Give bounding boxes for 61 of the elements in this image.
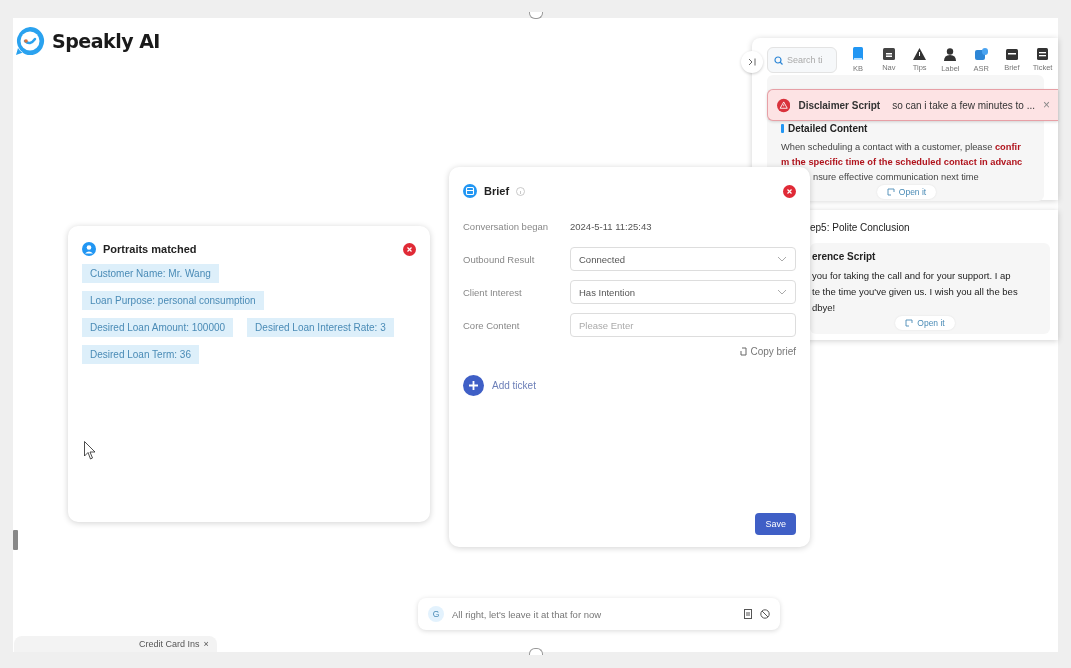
- alert-title: Disclaimer Script: [798, 99, 881, 111]
- script-text-line: m the specific time of the scheduled contact in advanc: [781, 156, 1024, 169]
- field-value: 2024-5-11 11:25:43: [570, 220, 652, 232]
- field-label: Outbound Result: [463, 253, 536, 265]
- scroll-handle[interactable]: [13, 530, 18, 550]
- block-icon[interactable]: [760, 609, 770, 619]
- collapse-icon: [747, 58, 757, 66]
- profile-tag: Customer Name: Mr. Wang: [82, 264, 219, 283]
- card-heading: erence Script: [812, 251, 876, 262]
- document-icon: [463, 184, 477, 198]
- card-heading: Detailed Content: [788, 123, 868, 134]
- dropdown[interactable]: Has Intention: [570, 280, 796, 304]
- alert-message: so can i take a few minutes to ...: [892, 99, 1035, 111]
- drag-handle[interactable]: [529, 648, 543, 655]
- person-icon: [944, 47, 957, 61]
- copy-link[interactable]: Copy brief: [740, 346, 796, 357]
- tab[interactable]: Credit Card Ins ×: [14, 636, 217, 652]
- close-icon[interactable]: ×: [203, 639, 209, 649]
- step-title: ep5: Polite Conclusion: [810, 222, 911, 233]
- book-icon: [852, 47, 865, 61]
- chevron-icon: [777, 256, 787, 262]
- profile-tag: Desired Loan Term: 36: [82, 345, 199, 364]
- add-ticket-button[interactable]: Add ticket: [463, 375, 796, 396]
- warning-icon: [777, 96, 791, 114]
- field-label: Conversation began: [463, 220, 550, 232]
- heading-marker: [781, 124, 784, 133]
- script-text-line: dbye!: [812, 301, 837, 315]
- profile-tag: Loan Purpose: personal consumption: [82, 291, 264, 310]
- profile-tag: Desired Loan Interest Rate: 3: [247, 318, 394, 337]
- search-icon: [774, 55, 783, 65]
- chat-message: All right, let's leave it at that for now: [452, 608, 603, 620]
- list-icon: [882, 48, 895, 60]
- profile-tag: Desired Loan Amount: 100000: [82, 318, 234, 337]
- close-button[interactable]: ×: [1043, 98, 1050, 112]
- cursor-icon: [84, 441, 96, 460]
- open-button[interactable]: Open it: [895, 316, 955, 330]
- input-field[interactable]: Please Enter: [570, 313, 796, 337]
- app-name: Speakly AI: [52, 30, 160, 52]
- field-label: Client Interest: [463, 286, 523, 298]
- window-title: Portraits matched: [103, 243, 197, 255]
- chevron-icon: [777, 289, 787, 295]
- info-icon: [516, 186, 526, 196]
- person-icon: [82, 242, 96, 256]
- drag-handle[interactable]: [529, 12, 543, 19]
- open-button[interactable]: Open it: [876, 185, 937, 199]
- close-icon[interactable]: [403, 242, 416, 256]
- script-text-line: you for taking the call and for your support. I ap: [812, 269, 1012, 283]
- plus-icon: [463, 375, 484, 396]
- field-label: Core Content: [463, 319, 521, 331]
- script-text-line: When scheduling a contact with a customer, please confir: [781, 141, 1022, 154]
- window-title: Brief: [484, 185, 510, 197]
- save-button[interactable]: Save: [755, 513, 796, 535]
- script-text-line: te the time you've given us. I wish you all the bes: [812, 285, 1019, 299]
- warning-icon: [913, 48, 927, 60]
- document-icon[interactable]: [744, 609, 752, 619]
- search-placeholder: Search ti: [787, 55, 823, 65]
- script-text-line: nsure effective communication next time: [812, 171, 980, 184]
- dropdown[interactable]: Connected: [570, 247, 796, 271]
- avatar: G: [428, 606, 444, 622]
- document-icon: [1005, 48, 1018, 60]
- close-icon[interactable]: [783, 184, 796, 198]
